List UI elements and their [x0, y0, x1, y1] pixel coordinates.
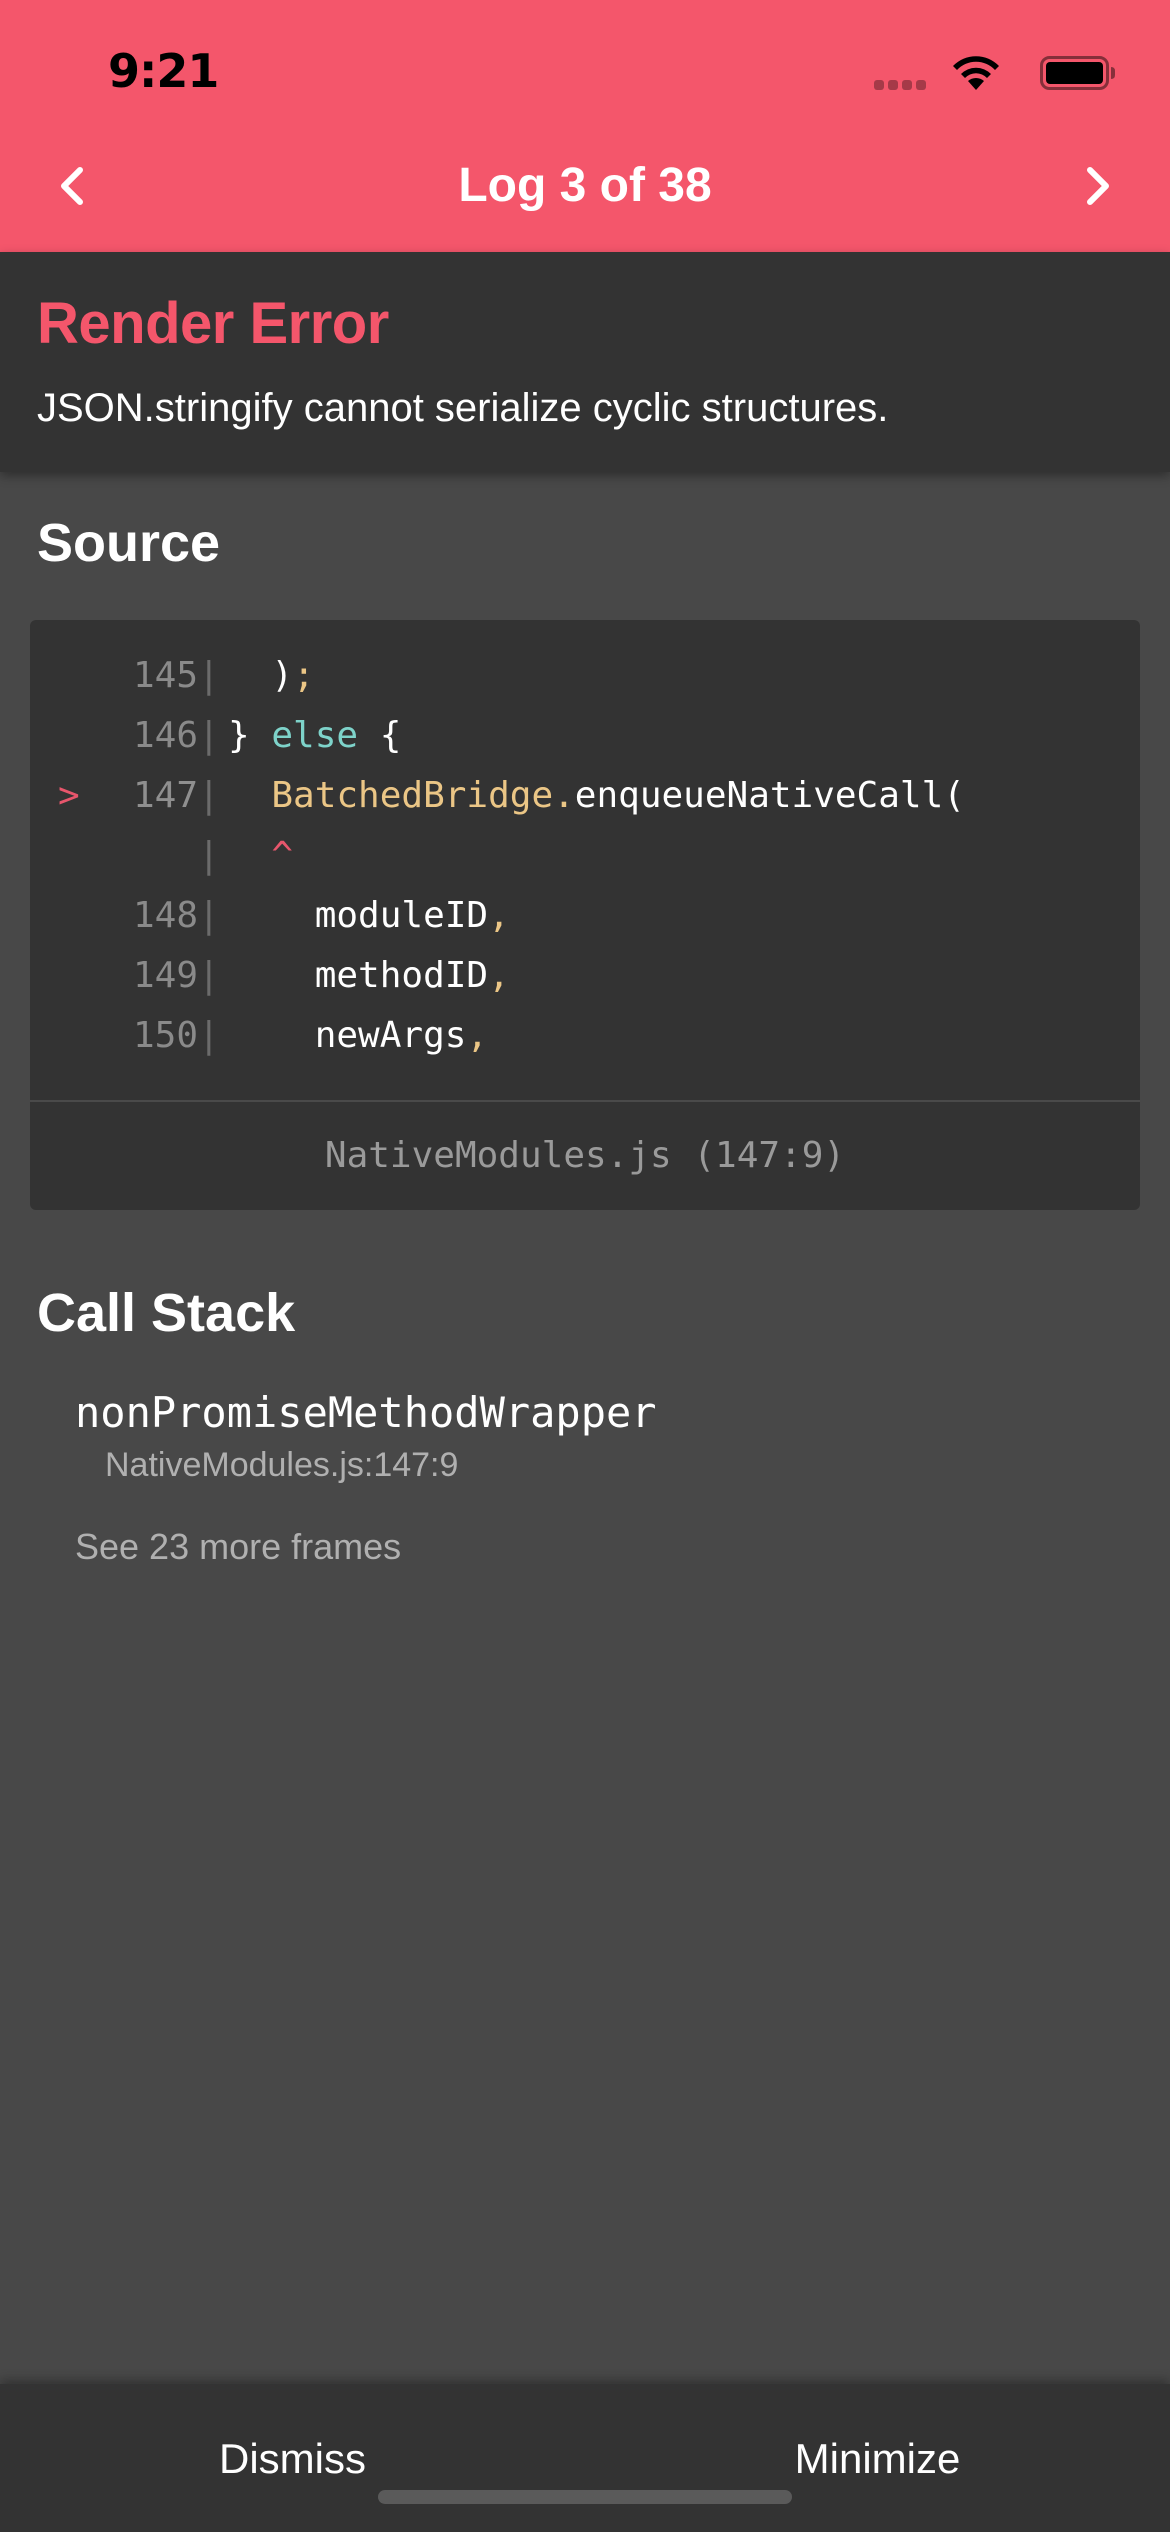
code-line-gutter-pipe: | [198, 715, 220, 756]
code-line-gutter-pipe: | [198, 1015, 220, 1056]
code-line-number: 149 [132, 955, 198, 996]
code-line-number: 146 [132, 715, 198, 756]
stack-frame-name[interactable]: nonPromiseMethodWrapper [75, 1388, 657, 1437]
code-token: , [488, 955, 510, 996]
code-line-gutter-pipe: | [198, 895, 220, 936]
code-line: 148 | moduleID, [30, 886, 1140, 946]
code-token: ) [271, 655, 294, 696]
code-token-semicolon: ; [293, 655, 315, 696]
code-token: methodID [314, 955, 489, 996]
code-line-number: 145 [132, 655, 198, 696]
error-summary: Render Error JSON.stringify cannot seria… [0, 252, 1170, 472]
code-line-text: ); [228, 646, 315, 706]
code-token: ^ [271, 835, 294, 876]
code-token: newArgs [314, 1015, 467, 1056]
code-token: { [358, 715, 402, 756]
footer-bar: Dismiss Minimize [0, 2384, 1170, 2532]
code-token: , [466, 1015, 489, 1056]
code-token: else [271, 715, 359, 756]
code-line: 146 |} else { [30, 706, 1140, 766]
code-line: 149 | methodID, [30, 946, 1140, 1006]
code-line-number: 148 [132, 895, 198, 936]
call-stack-heading: Call Stack [37, 1283, 296, 1343]
code-line: 150 | newArgs, [30, 1006, 1140, 1066]
status-time: 9:21 [108, 44, 219, 98]
log-counter-title: Log 3 of 38 [458, 159, 712, 212]
minimize-button[interactable]: Minimize [585, 2384, 1170, 2532]
log-box-screen: 9:21 Log 3 of 38 Render Error JSON.strin… [0, 0, 1170, 2532]
code-line-text: } else { [228, 706, 401, 766]
code-line-number: 147 [132, 775, 198, 816]
error-message: JSON.stringify cannot serialize cyclic s… [37, 386, 889, 430]
code-line: >147 | BatchedBridge.enqueueNativeCall( [30, 766, 1140, 826]
code-line: 145 | ); [30, 646, 1140, 706]
code-line: | ^ [30, 826, 1140, 886]
code-line-marker: > [58, 775, 80, 816]
code-line-gutter-pipe: | [198, 835, 220, 876]
code-line-gutter-pipe: | [198, 655, 220, 696]
error-title: Render Error [37, 291, 389, 356]
code-frame: 145 | ); 146 |} else {>147 | BatchedBridge.e… [30, 620, 1140, 1210]
code-token: enqueueNativeCall( [574, 775, 965, 816]
code-line-text: newArgs, [228, 1006, 488, 1066]
code-line-gutter-pipe: | [198, 775, 220, 816]
stack-frame-location[interactable]: NativeModules.js:147:9 [105, 1446, 458, 1485]
code-line-text: BatchedBridge.enqueueNativeCall( [228, 766, 965, 826]
code-token: moduleID [314, 895, 489, 936]
code-token: , [488, 895, 510, 936]
code-line-number: 150 [132, 1015, 198, 1056]
header: 9:21 Log 3 of 38 [0, 0, 1170, 252]
code-file-location[interactable]: NativeModules.js (147:9) [30, 1102, 1140, 1210]
code-line-text: moduleID, [228, 886, 510, 946]
see-more-frames-button[interactable]: See 23 more frames [75, 1526, 401, 1568]
code-token: } [228, 715, 272, 756]
source-heading: Source [37, 513, 221, 573]
code-token: BatchedBridge. [271, 775, 575, 816]
code-line-gutter-pipe: | [198, 955, 220, 996]
code-line-text: ^ [228, 826, 293, 886]
code-lines: 145 | ); 146 |} else {>147 | BatchedBridge.e… [30, 646, 1140, 1066]
next-log-chevron-icon[interactable] [1066, 156, 1126, 216]
home-indicator [378, 2490, 792, 2504]
dismiss-button[interactable]: Dismiss [0, 2384, 585, 2532]
wifi-icon [953, 56, 999, 90]
battery-icon [1040, 56, 1115, 90]
code-line-text: methodID, [228, 946, 510, 1006]
cellular-signal-icon [874, 80, 926, 90]
